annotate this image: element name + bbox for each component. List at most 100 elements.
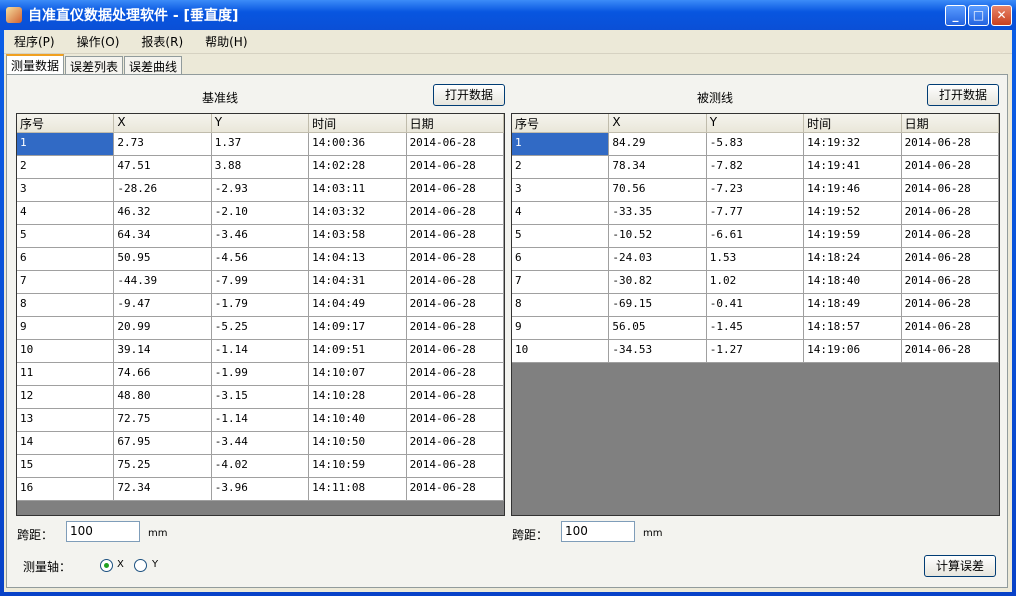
table-cell[interactable]: 2014-06-28 (406, 432, 504, 455)
table-cell[interactable]: 9 (512, 317, 610, 340)
table-cell[interactable]: 2 (17, 156, 115, 179)
table-cell[interactable]: -7.23 (706, 179, 805, 202)
table-row[interactable]: 8 -9.47 -1.79 14:04:49 2014-06-28 (17, 294, 504, 317)
table-cell[interactable]: 2014-06-28 (406, 455, 504, 478)
table-cell[interactable]: 2014-06-28 (406, 478, 504, 501)
table-cell[interactable]: 2014-06-28 (901, 248, 999, 271)
table-cell[interactable]: 2014-06-28 (406, 156, 504, 179)
table-cell[interactable]: 2 (512, 156, 610, 179)
table-cell[interactable]: 72.34 (114, 478, 212, 501)
table-row[interactable]: 2 78.34 -7.82 14:19:41 2014-06-28 (512, 156, 999, 179)
table-cell[interactable]: 6 (17, 248, 115, 271)
table-cell[interactable]: 2014-06-28 (406, 225, 504, 248)
table-row[interactable]: 11 74.66 -1.99 14:10:07 2014-06-28 (17, 363, 504, 386)
table-cell[interactable]: 14:04:49 (309, 294, 407, 317)
table-cell[interactable]: 72.75 (114, 409, 212, 432)
right-span-input[interactable]: 100 (561, 521, 635, 542)
table-cell[interactable]: 10 (17, 340, 115, 363)
minimize-button[interactable]: _ (945, 5, 966, 26)
table-cell[interactable]: 14:19:59 (804, 225, 902, 248)
table-cell[interactable]: -6.61 (706, 225, 805, 248)
table-cell[interactable]: 14:19:46 (804, 179, 902, 202)
table-row[interactable]: 7 -44.39 -7.99 14:04:31 2014-06-28 (17, 271, 504, 294)
table-cell[interactable]: -1.99 (211, 363, 310, 386)
table-cell[interactable]: 50.95 (114, 248, 212, 271)
table-row[interactable]: 12 48.80 -3.15 14:10:28 2014-06-28 (17, 386, 504, 409)
table-cell[interactable]: -1.27 (706, 340, 805, 363)
table-cell[interactable]: 8 (17, 294, 115, 317)
menu-report[interactable]: 报表(R) (141, 33, 183, 50)
maximize-button[interactable]: □ (968, 5, 989, 26)
table-cell[interactable]: 3.88 (211, 156, 310, 179)
table-cell[interactable]: 14:10:50 (309, 432, 407, 455)
table-cell[interactable]: -10.52 (609, 225, 707, 248)
column-header[interactable]: 日期 (406, 114, 504, 133)
table-cell[interactable]: -34.53 (609, 340, 707, 363)
right-open-data-button[interactable]: 打开数据 (927, 84, 999, 106)
table-row[interactable]: 5 -10.52 -6.61 14:19:59 2014-06-28 (512, 225, 999, 248)
table-cell[interactable]: -4.56 (211, 248, 310, 271)
table-cell[interactable]: -24.03 (609, 248, 707, 271)
table-cell[interactable]: 67.95 (114, 432, 212, 455)
table-cell[interactable]: 3 (512, 179, 610, 202)
reference-line-grid[interactable]: 序号 X Y 时间 日期 1 2.73 1.37 14:00:36 2014-06-28 2 47.5… (16, 113, 505, 516)
table-row[interactable]: 1 84.29 -5.83 14:19:32 2014-06-28 (512, 133, 999, 156)
table-cell[interactable]: -5.25 (211, 317, 310, 340)
table-cell[interactable]: 16 (17, 478, 115, 501)
table-cell[interactable]: 2.73 (114, 133, 212, 156)
table-cell[interactable]: 1 (512, 133, 610, 156)
close-button[interactable]: ✕ (991, 5, 1012, 26)
table-row[interactable]: 14 67.95 -3.44 14:10:50 2014-06-28 (17, 432, 504, 455)
table-cell[interactable]: -3.15 (211, 386, 310, 409)
table-cell[interactable]: 1 (17, 133, 115, 156)
table-cell[interactable]: 2014-06-28 (901, 294, 999, 317)
table-cell[interactable]: 78.34 (609, 156, 707, 179)
table-row[interactable]: 16 72.34 -3.96 14:11:08 2014-06-28 (17, 478, 504, 501)
table-row[interactable]: 9 20.99 -5.25 14:09:17 2014-06-28 (17, 317, 504, 340)
table-cell[interactable]: 2014-06-28 (406, 317, 504, 340)
table-cell[interactable]: -5.83 (706, 133, 805, 156)
table-cell[interactable]: -1.79 (211, 294, 310, 317)
table-cell[interactable]: 20.99 (114, 317, 212, 340)
tab-error-list[interactable]: 误差列表 (65, 56, 124, 74)
table-cell[interactable]: 84.29 (609, 133, 707, 156)
table-cell[interactable]: -3.46 (211, 225, 310, 248)
column-header[interactable]: 时间 (804, 114, 902, 133)
menu-help[interactable]: 帮助(H) (205, 33, 247, 50)
table-cell[interactable]: 14:19:52 (804, 202, 902, 225)
table-cell[interactable]: -2.93 (211, 179, 310, 202)
table-cell[interactable]: 4 (512, 202, 610, 225)
table-cell[interactable]: 2014-06-28 (406, 340, 504, 363)
axis-x-radio[interactable] (100, 559, 113, 572)
table-cell[interactable]: -30.82 (609, 271, 707, 294)
tab-measure-data[interactable]: 测量数据 (6, 54, 65, 74)
table-cell[interactable]: 2014-06-28 (901, 271, 999, 294)
table-cell[interactable]: 2014-06-28 (406, 294, 504, 317)
table-cell[interactable]: 14:03:58 (309, 225, 407, 248)
column-header[interactable]: 日期 (901, 114, 999, 133)
table-cell[interactable]: 11 (17, 363, 115, 386)
table-cell[interactable]: 48.80 (114, 386, 212, 409)
calculate-error-button[interactable]: 计算误差 (924, 555, 996, 577)
table-row[interactable]: 15 75.25 -4.02 14:10:59 2014-06-28 (17, 455, 504, 478)
table-cell[interactable]: 2014-06-28 (901, 340, 999, 363)
table-cell[interactable]: 5 (17, 225, 115, 248)
table-cell[interactable]: -7.99 (211, 271, 310, 294)
table-cell[interactable]: 2014-06-28 (901, 133, 999, 156)
table-cell[interactable]: -69.15 (609, 294, 707, 317)
measured-line-grid[interactable]: 序号 X Y 时间 日期 1 84.29 -5.83 14:19:32 2014-06-28 2 78… (511, 113, 1000, 516)
table-cell[interactable]: -7.77 (706, 202, 805, 225)
axis-y-radio[interactable] (134, 559, 147, 572)
table-cell[interactable]: 2014-06-28 (901, 179, 999, 202)
column-header[interactable]: X (114, 114, 212, 133)
table-cell[interactable]: 2014-06-28 (901, 202, 999, 225)
left-span-input[interactable]: 100 (66, 521, 140, 542)
table-cell[interactable]: 2014-06-28 (406, 409, 504, 432)
table-row[interactable]: 6 -24.03 1.53 14:18:24 2014-06-28 (512, 248, 999, 271)
table-row[interactable]: 4 46.32 -2.10 14:03:32 2014-06-28 (17, 202, 504, 225)
menu-operate[interactable]: 操作(O) (77, 33, 120, 50)
table-cell[interactable]: 2014-06-28 (901, 156, 999, 179)
table-cell[interactable]: 75.25 (114, 455, 212, 478)
table-cell[interactable]: -28.26 (114, 179, 212, 202)
table-cell[interactable]: 14:10:40 (309, 409, 407, 432)
